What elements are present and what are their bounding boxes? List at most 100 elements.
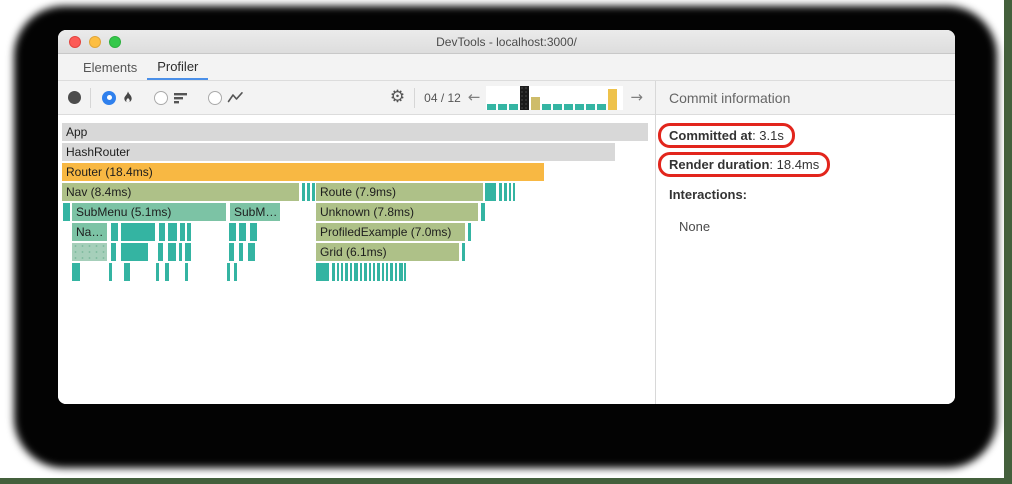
flame-bar[interactable] <box>499 183 502 201</box>
flame-bar[interactable] <box>111 223 118 241</box>
flame-bar[interactable] <box>312 183 315 201</box>
flame-bar[interactable] <box>399 263 403 281</box>
flame-bar[interactable] <box>109 263 112 281</box>
flamegraph-radio[interactable] <box>102 90 116 105</box>
commit-bar-12[interactable] <box>608 88 618 110</box>
flame-bar[interactable] <box>395 263 397 281</box>
flame-bar[interactable] <box>302 183 305 201</box>
flame-bar[interactable] <box>485 183 496 201</box>
flame-bar[interactable] <box>337 263 339 281</box>
flame-bar[interactable] <box>111 243 116 261</box>
flame-bar[interactable] <box>121 223 155 241</box>
flame-graph: App HashRouter Router (18.4ms) Nav (8.4ms) R… <box>58 115 655 404</box>
commit-bar-11[interactable] <box>597 103 607 110</box>
flame-bar[interactable] <box>239 223 246 241</box>
flame-bar[interactable] <box>332 263 335 281</box>
flame-bar[interactable] <box>513 183 515 201</box>
flame-bar[interactable] <box>187 223 191 241</box>
commit-info-panel: Commit information Committed at: 3.1s Re… <box>655 81 955 404</box>
flame-bar[interactable] <box>316 263 329 281</box>
ranked-radio[interactable] <box>154 90 168 105</box>
flame-bar-subm[interactable]: SubM… <box>230 203 280 221</box>
commit-bar-4[interactable] <box>520 85 530 110</box>
commit-bar-5[interactable] <box>531 96 541 110</box>
commit-bar-8[interactable] <box>564 103 574 110</box>
flame-bar[interactable] <box>377 263 380 281</box>
flame-bar-unknown[interactable]: Unknown (7.8ms) <box>316 203 478 221</box>
flame-bar[interactable] <box>373 263 375 281</box>
flame-bar[interactable] <box>72 243 107 261</box>
flame-bar[interactable] <box>179 243 182 261</box>
flame-bar[interactable] <box>481 203 485 221</box>
devtools-window: DevTools - localhost:3000/ Elements Prof… <box>58 30 955 404</box>
flame-bar[interactable] <box>341 263 343 281</box>
flame-bar[interactable] <box>354 263 358 281</box>
record-button[interactable] <box>68 91 81 104</box>
commit-bar-10[interactable] <box>586 103 596 110</box>
flame-bar-submenu[interactable]: SubMenu (5.1ms) <box>72 203 226 221</box>
flame-bar[interactable] <box>468 223 471 241</box>
tab-bar: Elements Profiler <box>58 54 955 81</box>
flame-bar[interactable] <box>360 263 362 281</box>
flame-bar[interactable] <box>185 263 188 281</box>
flame-bar[interactable] <box>504 183 507 201</box>
flame-bar[interactable] <box>382 263 384 281</box>
flame-bar[interactable] <box>124 263 130 281</box>
commit-bar-7[interactable] <box>553 103 563 110</box>
flame-bar[interactable] <box>158 243 163 261</box>
flame-bar[interactable] <box>350 263 352 281</box>
flame-bar[interactable] <box>63 203 70 221</box>
flame-bar[interactable] <box>404 263 406 281</box>
commit-bar-3[interactable] <box>509 103 519 110</box>
flame-bar-app[interactable]: App <box>62 123 648 141</box>
flame-bar[interactable] <box>165 263 169 281</box>
flame-bar[interactable] <box>168 223 177 241</box>
next-commit-arrow[interactable]: → <box>630 90 643 105</box>
flame-bar[interactable] <box>509 183 511 201</box>
tab-profiler[interactable]: Profiler <box>147 54 209 80</box>
flame-bar[interactable] <box>229 223 236 241</box>
flame-bar-route[interactable]: Route (7.9ms) <box>316 183 483 201</box>
commit-bar-9[interactable] <box>575 103 585 110</box>
flame-bar[interactable] <box>248 243 255 261</box>
flame-bar[interactable] <box>369 263 371 281</box>
commit-bar-1[interactable] <box>487 103 497 110</box>
flame-bar[interactable] <box>159 223 165 241</box>
flame-bar[interactable] <box>345 263 348 281</box>
flame-bar[interactable] <box>156 263 159 281</box>
flame-bar-hashrouter[interactable]: HashRouter <box>62 143 615 161</box>
flame-bar[interactable] <box>234 263 237 281</box>
flame-bar-grid[interactable]: Grid (6.1ms) <box>316 243 459 261</box>
render-duration-annotation: Render duration: 18.4ms <box>658 152 831 177</box>
panel-body: Committed at: 3.1s Render duration: 18.4… <box>656 115 955 234</box>
commit-bar-6[interactable] <box>542 103 552 110</box>
commit-bar-2[interactable] <box>498 103 508 110</box>
flame-bar[interactable] <box>227 263 230 281</box>
flame-bar[interactable] <box>121 243 148 261</box>
flame-bar[interactable] <box>386 263 388 281</box>
previous-commit-arrow[interactable]: ← <box>468 90 481 105</box>
interactions-label: Interactions: <box>669 187 748 202</box>
settings-gear-icon[interactable]: ⚙ <box>390 89 405 106</box>
flame-bar-na[interactable]: Na… <box>72 223 107 241</box>
flame-bar[interactable] <box>168 243 176 261</box>
flame-bar[interactable] <box>239 243 243 261</box>
flame-bar[interactable] <box>250 223 257 241</box>
flame-bar[interactable] <box>364 263 367 281</box>
interactions-radio[interactable] <box>208 90 222 105</box>
title-bar: DevTools - localhost:3000/ <box>58 30 955 54</box>
flame-bar[interactable] <box>185 243 191 261</box>
flame-icon <box>121 90 135 105</box>
flame-bar-profiledexample[interactable]: ProfiledExample (7.0ms) <box>316 223 465 241</box>
flame-bar[interactable] <box>462 243 465 261</box>
flame-bar[interactable] <box>180 223 185 241</box>
ranked-chart-icon <box>173 91 189 105</box>
flame-bar[interactable] <box>229 243 234 261</box>
flame-bar-nav[interactable]: Nav (8.4ms) <box>62 183 299 201</box>
flame-bar[interactable] <box>72 263 80 281</box>
flame-bar[interactable] <box>390 263 393 281</box>
tab-elements[interactable]: Elements <box>73 54 147 80</box>
flame-bar[interactable] <box>307 183 310 201</box>
commit-selector-chart[interactable] <box>486 85 624 110</box>
flame-bar-router[interactable]: Router (18.4ms) <box>62 163 544 181</box>
